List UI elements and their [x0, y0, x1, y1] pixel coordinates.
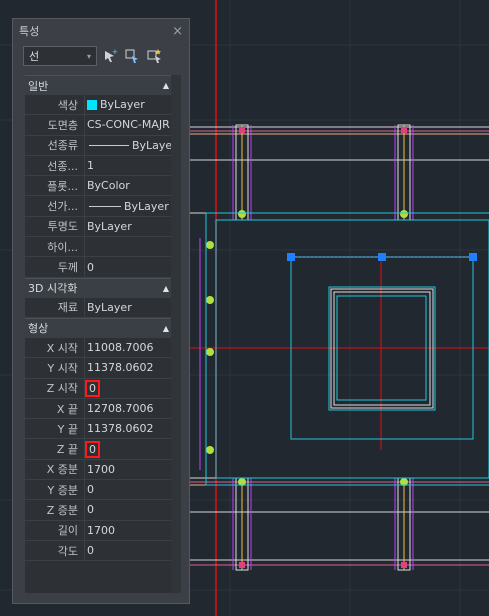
property-row-transparency[interactable]: 투명도 ByLayer: [25, 216, 177, 238]
lineweight-sample: [89, 205, 121, 207]
property-row-end-y[interactable]: Y 끝 11378.0602: [25, 419, 177, 440]
palette-scrollbar[interactable]: [171, 75, 181, 593]
property-row-delta-y[interactable]: Y 증분 0: [25, 480, 177, 501]
object-type-dropdown[interactable]: 선 ▾: [23, 46, 97, 66]
toggle-pickadd-icon[interactable]: +: [101, 47, 119, 65]
highlighted-value: 0: [85, 440, 100, 458]
property-row-lineweight[interactable]: 선가... ByLayer: [25, 196, 177, 217]
object-type-value: 선: [29, 50, 40, 63]
close-icon[interactable]: ×: [172, 24, 183, 39]
properties-list: 일반 ▲ 색상 ByLayer 도면층 CS-CONC-MAJR 선종류 ByL…: [25, 75, 177, 593]
svg-text:+: +: [112, 48, 118, 56]
property-row-plot-style[interactable]: 플롯... ByColor: [25, 176, 177, 197]
collapse-arrow-icon: ▲: [162, 323, 169, 333]
property-row-linetype[interactable]: 선종류 ByLayer: [25, 135, 177, 156]
property-row-start-z[interactable]: Z 시작 0: [25, 378, 177, 399]
property-row-start-x[interactable]: X 시작 11008.7006: [25, 337, 177, 359]
palette-titlebar[interactable]: 특성 ×: [13, 19, 189, 43]
linetype-sample: [89, 144, 129, 146]
property-row-length[interactable]: 길이 1700: [25, 520, 177, 541]
quick-select-icon[interactable]: [145, 47, 163, 65]
collapse-arrow-icon: ▲: [162, 81, 169, 90]
property-row-end-x[interactable]: X 끝 12708.7006: [25, 398, 177, 420]
section-geometry-header[interactable]: 형상 ▲: [25, 317, 177, 338]
grip-mid: [378, 253, 386, 261]
property-row-start-y[interactable]: Y 시작 11378.0602: [25, 358, 177, 379]
highlighted-value: 0: [85, 379, 100, 397]
grip-start: [287, 253, 295, 261]
select-objects-icon[interactable]: [123, 47, 141, 65]
property-row-material[interactable]: 재료 ByLayer: [25, 297, 177, 318]
palette-toolbar: 선 ▾ +: [13, 43, 189, 69]
property-row-linetype-scale[interactable]: 선종... 1: [25, 155, 177, 177]
color-swatch: [87, 99, 97, 110]
property-row-angle[interactable]: 각도 0: [25, 540, 177, 562]
properties-palette: 특성 × 선 ▾ + 일반 ▲ 색상 ByLayer 도면층 CS-CONC-M…: [12, 18, 190, 604]
property-row-hyperlink[interactable]: 하이...: [25, 237, 177, 258]
section-general-header[interactable]: 일반 ▲: [25, 75, 177, 95]
chevron-down-icon: ▾: [86, 51, 91, 61]
grip-end: [469, 253, 477, 261]
property-row-color[interactable]: 색상 ByLayer: [25, 95, 177, 116]
property-row-thickness[interactable]: 두께 0: [25, 257, 177, 278]
property-row-delta-z[interactable]: Z 증분 0: [25, 500, 177, 521]
section-3d-visualization-header[interactable]: 3D 시각화 ▲: [25, 277, 177, 298]
property-row-end-z[interactable]: Z 끝 0: [25, 439, 177, 460]
property-row-delta-x[interactable]: X 증분 1700: [25, 459, 177, 481]
collapse-arrow-icon: ▲: [162, 283, 169, 293]
palette-title: 특성: [19, 25, 40, 38]
property-row-layer[interactable]: 도면층 CS-CONC-MAJR: [25, 115, 177, 136]
